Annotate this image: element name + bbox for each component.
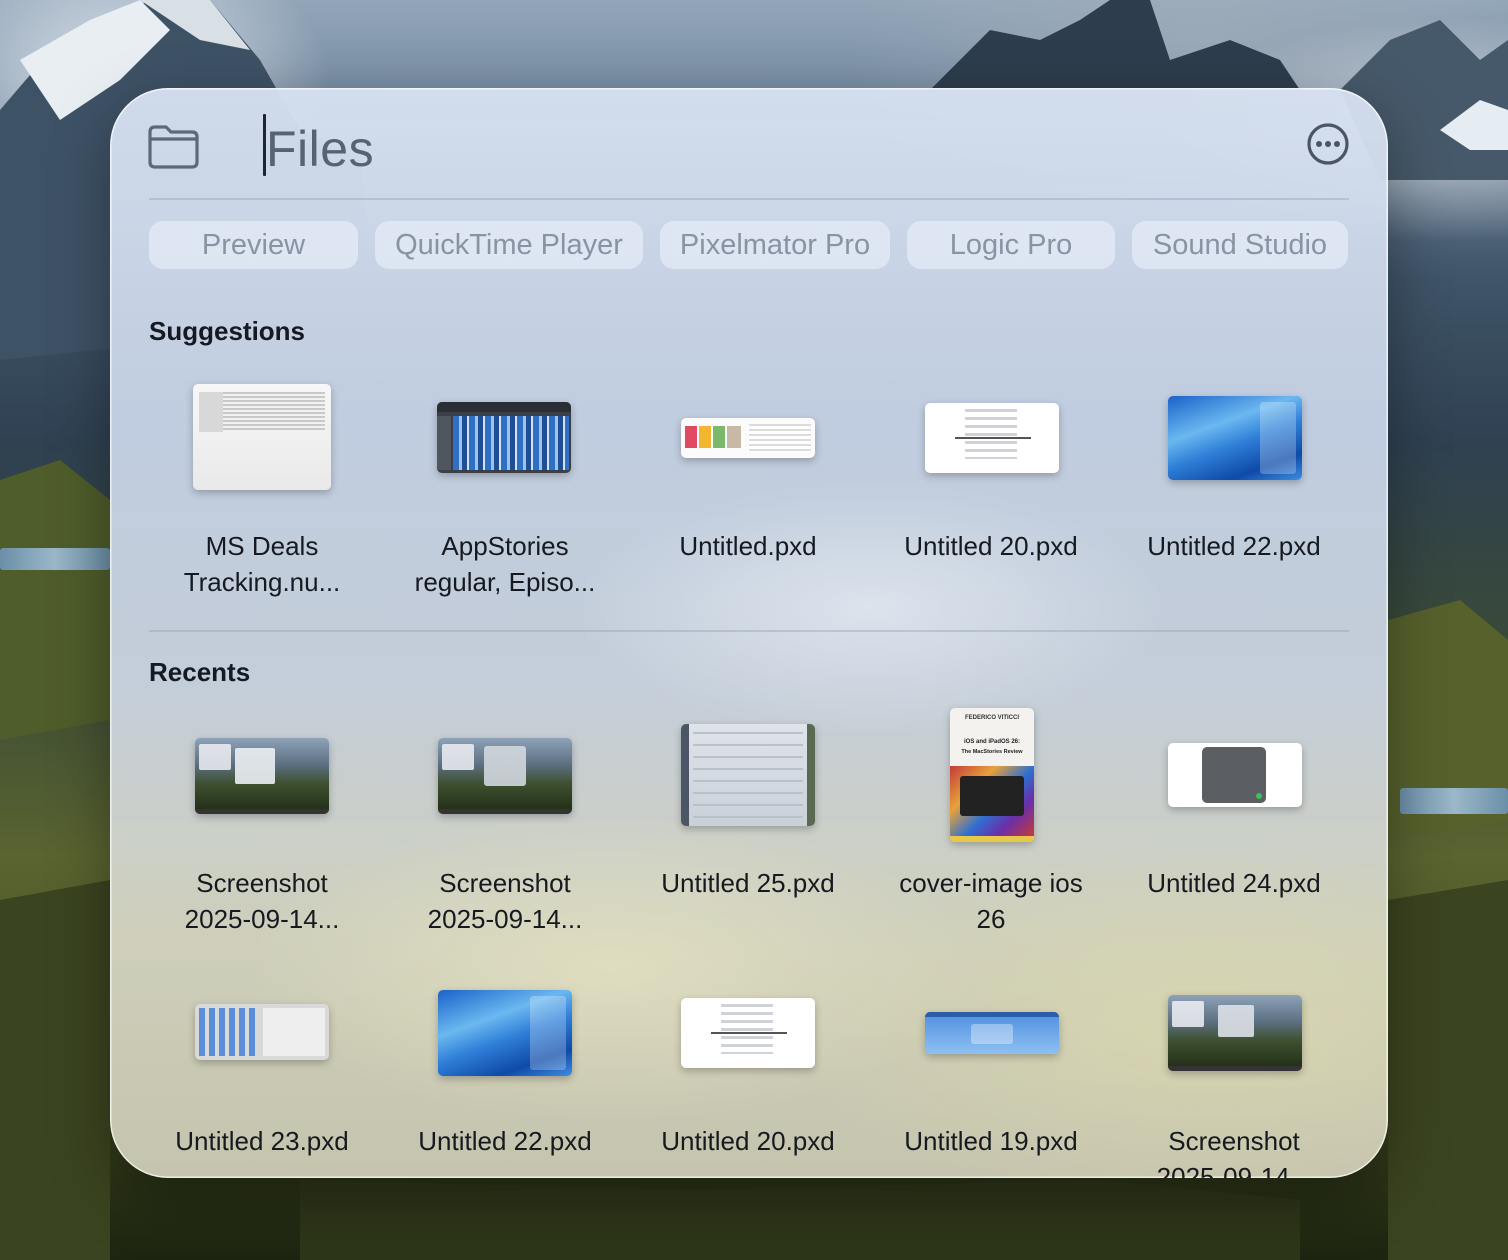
app-quicktime-player[interactable]: QuickTime Player (375, 221, 643, 269)
file-item[interactable]: MS Deals Tracking.nu... (147, 371, 377, 597)
file-item[interactable]: Untitled 19.pxd (876, 966, 1106, 1156)
cover-title-line1: iOS and iPadOS 26: (963, 739, 1020, 745)
file-name: Untitled 22.pxd (418, 1126, 592, 1156)
file-name-line2: 2025-09-14... (1156, 1162, 1312, 1178)
file-thumbnail (438, 990, 572, 1076)
file-name: Untitled 22.pxd (1147, 531, 1321, 561)
file-item[interactable]: Screenshot 2025-09-14... (1119, 966, 1349, 1178)
folder-icon (148, 125, 199, 169)
file-item[interactable]: Screenshot 2025-09-14... (390, 708, 620, 934)
file-item[interactable]: Untitled 25.pxd (633, 708, 863, 898)
app-sound-studio[interactable]: Sound Studio (1132, 221, 1348, 269)
file-name: Untitled 25.pxd (661, 868, 835, 898)
file-name-line2: 2025-09-14... (427, 904, 583, 934)
cover-author: FEDERICO VITICCI (964, 715, 1019, 721)
suggestions-heading: Suggestions (149, 316, 306, 346)
app-preview[interactable]: Preview (149, 221, 358, 269)
file-name: Screenshot (439, 868, 571, 898)
file-thumbnail (193, 384, 331, 490)
file-thumbnail (1168, 995, 1302, 1071)
file-item[interactable]: Untitled 20.pxd (876, 371, 1106, 561)
file-name: Untitled 19.pxd (904, 1126, 1078, 1156)
file-item[interactable]: Untitled 23.pxd (147, 966, 377, 1156)
header-divider (149, 198, 1349, 200)
file-item[interactable]: Screenshot 2025-09-14... (147, 708, 377, 934)
file-item[interactable]: Untitled 20.pxd (633, 966, 863, 1156)
file-name: Screenshot (196, 868, 328, 898)
file-name: Untitled.pxd (679, 531, 817, 561)
file-thumbnail (681, 418, 815, 458)
file-name-line2: Tracking.nu... (183, 567, 341, 597)
file-thumbnail (1168, 743, 1302, 807)
file-name: Screenshot (1168, 1126, 1300, 1156)
file-item[interactable]: FEDERICO VITICCI iOS and iPadOS 26: The … (876, 708, 1106, 934)
file-name: MS Deals (205, 531, 319, 561)
app-pixelmator-pro[interactable]: Pixelmator Pro (660, 221, 890, 269)
file-name: Untitled 23.pxd (175, 1126, 349, 1156)
file-item[interactable]: Untitled.pxd (633, 371, 863, 561)
file-name: Untitled 20.pxd (904, 531, 1078, 561)
file-thumbnail: FEDERICO VITICCI iOS and iPadOS 26: The … (950, 708, 1034, 842)
recents-heading: Recents (149, 657, 251, 687)
file-item[interactable]: Untitled 22.pxd (390, 966, 620, 1156)
file-thumbnail (195, 738, 329, 814)
section-divider (149, 630, 1349, 632)
search-field[interactable]: Files (266, 120, 374, 178)
file-thumbnail (438, 738, 572, 814)
panel-header: Files (146, 110, 1350, 198)
file-thumbnail (1168, 396, 1302, 480)
wallpaper-lake-left (0, 548, 110, 570)
app-shortcuts: Preview QuickTime Player Pixelmator Pro … (149, 221, 1349, 269)
app-logic-pro[interactable]: Logic Pro (907, 221, 1115, 269)
file-thumbnail (437, 402, 571, 473)
wallpaper-lake-right (1400, 788, 1508, 814)
file-name: cover-image ios (899, 868, 1083, 898)
file-item[interactable]: Untitled 22.pxd (1119, 371, 1349, 561)
file-name-line2: 26 (976, 904, 1006, 934)
cover-title-line2: The MacStories Review (961, 749, 1023, 755)
file-thumbnail (195, 1004, 329, 1060)
file-item[interactable]: AppStories regular, Episo... (390, 371, 620, 597)
file-thumbnail (925, 1012, 1059, 1054)
files-panel: Files Preview QuickTime Player Pixelmato… (110, 88, 1388, 1178)
file-thumbnail (681, 724, 815, 826)
file-item[interactable]: Untitled 24.pxd (1119, 708, 1349, 898)
file-name-line2: 2025-09-14... (184, 904, 340, 934)
file-name: Untitled 20.pxd (661, 1126, 835, 1156)
file-name-line2: regular, Episo... (414, 567, 596, 597)
ellipsis-circle-icon[interactable] (1306, 122, 1350, 166)
file-name: AppStories (441, 531, 569, 561)
file-thumbnail (925, 403, 1059, 473)
file-name: Untitled 24.pxd (1147, 868, 1321, 898)
file-thumbnail (681, 998, 815, 1068)
